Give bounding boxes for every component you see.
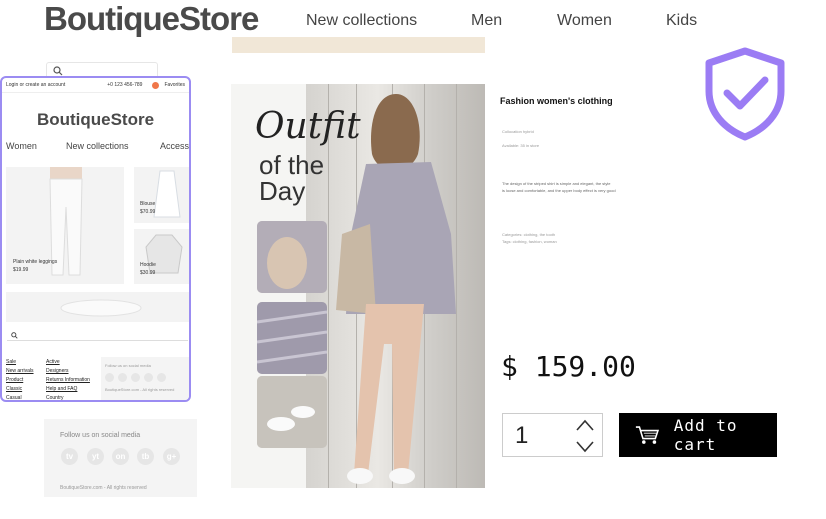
banner-outfit: Outfit — [255, 106, 361, 147]
product-categories: Categories: clothing, the tooth — [502, 232, 556, 237]
product-price: $ 159.00 — [501, 350, 636, 383]
footer-link[interactable]: Country — [46, 394, 90, 400]
blouse-image — [153, 170, 181, 218]
product-image: Outfit of the Day — [231, 84, 485, 488]
banner-strip — [232, 37, 485, 53]
product-name: Hoodie — [140, 262, 156, 268]
mobile-social-icons — [105, 373, 185, 382]
mobile-search-bar[interactable] — [7, 331, 188, 341]
mobile-social-title: Follow us on social media — [105, 363, 151, 368]
footer-links-col1: Sale New arrivals Product Classic Casual — [6, 358, 34, 400]
site-logo[interactable]: BoutiqueStore — [44, 0, 259, 38]
product-card-blouse[interactable]: Blouse $70.99 — [134, 167, 189, 223]
nav-new-collections[interactable]: New collections — [306, 12, 417, 30]
quantity-value[interactable]: 1 — [515, 422, 528, 450]
product-tags: Tags: clothing, fashion, woman — [502, 239, 557, 244]
banner-day: Day — [259, 176, 306, 206]
accessories-banner[interactable] — [6, 292, 189, 322]
mobile-nav-new-collections[interactable]: New collections — [66, 141, 129, 151]
login-link[interactable]: Login or create an account — [6, 82, 65, 88]
product-name: Blouse — [140, 201, 156, 207]
mobile-logo[interactable]: BoutiqueStore — [2, 110, 189, 130]
nav-kids[interactable]: Kids — [666, 12, 697, 30]
heart-icon — [152, 81, 160, 89]
chevron-up-icon[interactable] — [575, 418, 595, 432]
thumbnail-bag[interactable] — [257, 221, 327, 293]
on-icon[interactable]: on — [112, 448, 129, 465]
youtube-icon[interactable]: yt — [87, 448, 104, 465]
tumblr-icon[interactable]: tb — [137, 448, 154, 465]
footer-link[interactable]: Returns Information — [46, 376, 90, 385]
mobile-social-box: Follow us on social media BoutiqueStore.… — [101, 357, 189, 400]
mobile-preview: Login or create an account +0 123 456-78… — [0, 76, 191, 402]
social-media-box: Follow us on social media tv yt on tb g+… — [44, 419, 197, 497]
footer-link[interactable]: Classic — [6, 385, 34, 394]
mobile-nav: Women New collections Accessories — [2, 141, 189, 155]
footer-link[interactable]: Product — [6, 376, 34, 385]
product-price: $30.99 — [140, 270, 156, 276]
product-meta: Collocation hybrid — [502, 129, 534, 134]
phone-number: +0 123 456-789 — [107, 82, 143, 88]
footer-link[interactable]: Designers — [46, 367, 90, 376]
google-plus-icon[interactable]: g+ — [163, 448, 180, 465]
add-to-cart-button[interactable]: Add to cart — [619, 413, 777, 457]
search-icon — [11, 332, 18, 339]
product-card-hoodie[interactable]: Hoodie $30.99 — [134, 229, 189, 284]
add-to-cart-label: Add to cart — [673, 416, 738, 454]
mobile-nav-women[interactable]: Women — [6, 141, 37, 151]
thumbnail-shoes[interactable] — [257, 376, 327, 448]
quantity-stepper[interactable]: 1 — [502, 413, 603, 457]
bag-image — [257, 221, 327, 293]
nav-women[interactable]: Women — [557, 12, 612, 30]
chevron-down-icon[interactable] — [575, 440, 595, 454]
search-icon — [53, 66, 63, 76]
shoes-image — [257, 376, 327, 448]
footer-link[interactable]: New arrivals — [6, 367, 34, 376]
shoe-image — [60, 299, 142, 317]
mobile-top-bar: Login or create an account +0 123 456-78… — [2, 78, 189, 93]
product-price: $70.99 — [140, 209, 156, 215]
footer-link[interactable]: Casual — [6, 394, 34, 400]
social-title: Follow us on social media — [60, 432, 141, 439]
copyright: BoutiqueStore.com - All rights reserved — [60, 485, 147, 491]
product-availability: Available: 35 in store — [502, 143, 540, 148]
product-title: Fashion women's clothing — [500, 96, 613, 106]
mobile-nav-accessories[interactable]: Accessories — [160, 141, 189, 151]
product-name: Plain white leggings — [13, 259, 58, 265]
product-card-leggings[interactable]: Plain white leggings $19.99 — [6, 167, 124, 284]
footer-link[interactable]: Active — [46, 358, 90, 367]
shirt-image — [257, 302, 327, 374]
footer-links-col2: Active Designers Returns Information Hel… — [46, 358, 90, 400]
product-description: is loose and comfortable, and the upper … — [502, 188, 616, 193]
shield-check-icon — [705, 47, 785, 141]
product-price: $19.99 — [13, 267, 29, 273]
thumbnail-shirt[interactable] — [257, 302, 327, 374]
mobile-copyright: BoutiqueStore.com - All rights reserved — [105, 387, 175, 392]
favorites-link[interactable]: Favorites — [164, 82, 185, 88]
cart-icon — [635, 426, 660, 444]
product-description: The design of the striped shirt is simpl… — [502, 181, 611, 186]
footer-link[interactable]: Help and FAQ — [46, 385, 90, 394]
footer-link[interactable]: Sale — [6, 358, 34, 367]
nav-men[interactable]: Men — [471, 12, 502, 30]
tv-icon[interactable]: tv — [61, 448, 78, 465]
